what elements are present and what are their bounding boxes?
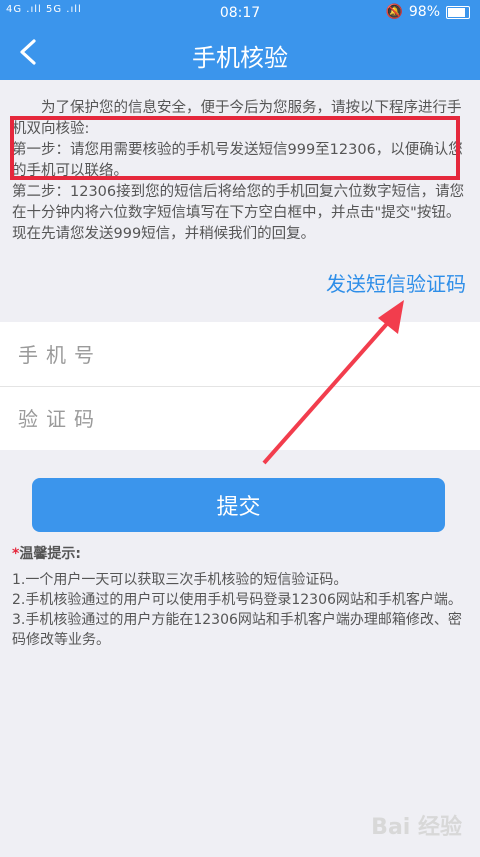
tips-section: *温馨提示: 1.一个用户一天可以获取三次手机核验的短信验证码。 2.手机核验通…: [12, 544, 472, 650]
status-right: 🔕 98%: [385, 4, 470, 20]
phone-input[interactable]: [16, 334, 460, 376]
watermark-logo: Bai 经验: [371, 815, 462, 840]
tip-item: 1.一个用户一天可以获取三次手机核验的短信验证码。: [12, 572, 348, 588]
status-bar: 4G .ıll 5G .ıll 08:17 🔕 98%: [0, 0, 480, 26]
app-bar: 手机核验: [0, 26, 480, 80]
tips-title: *温馨提示:: [12, 544, 472, 564]
verification-code-input[interactable]: [16, 398, 460, 440]
tip-item: 3.手机核验通过的用户方能在12306网站和手机客户端办理邮箱修改、密码修改等业…: [12, 612, 462, 648]
page-title: 手机核验: [192, 44, 288, 72]
form-fields: [0, 322, 480, 450]
send-sms-code-link[interactable]: 发送短信验证码: [326, 268, 466, 297]
tips-title-text: 温馨提示:: [19, 546, 81, 562]
battery-icon: [446, 5, 470, 19]
phone-field-row: [0, 322, 480, 386]
battery-percent: 98%: [408, 4, 440, 20]
code-field-row: [0, 386, 480, 450]
bell-icon: 🔕: [385, 4, 403, 20]
tip-item: 2.手机核验通过的用户可以使用手机号码登录12306网站和手机客户端。: [12, 592, 462, 608]
submit-button[interactable]: 提交: [32, 478, 445, 532]
highlight-box: [10, 116, 460, 180]
step-two-text: 第二步：12306接到您的短信后将给您的手机回复六位数字短信，请您在十分钟内将六…: [12, 184, 465, 242]
